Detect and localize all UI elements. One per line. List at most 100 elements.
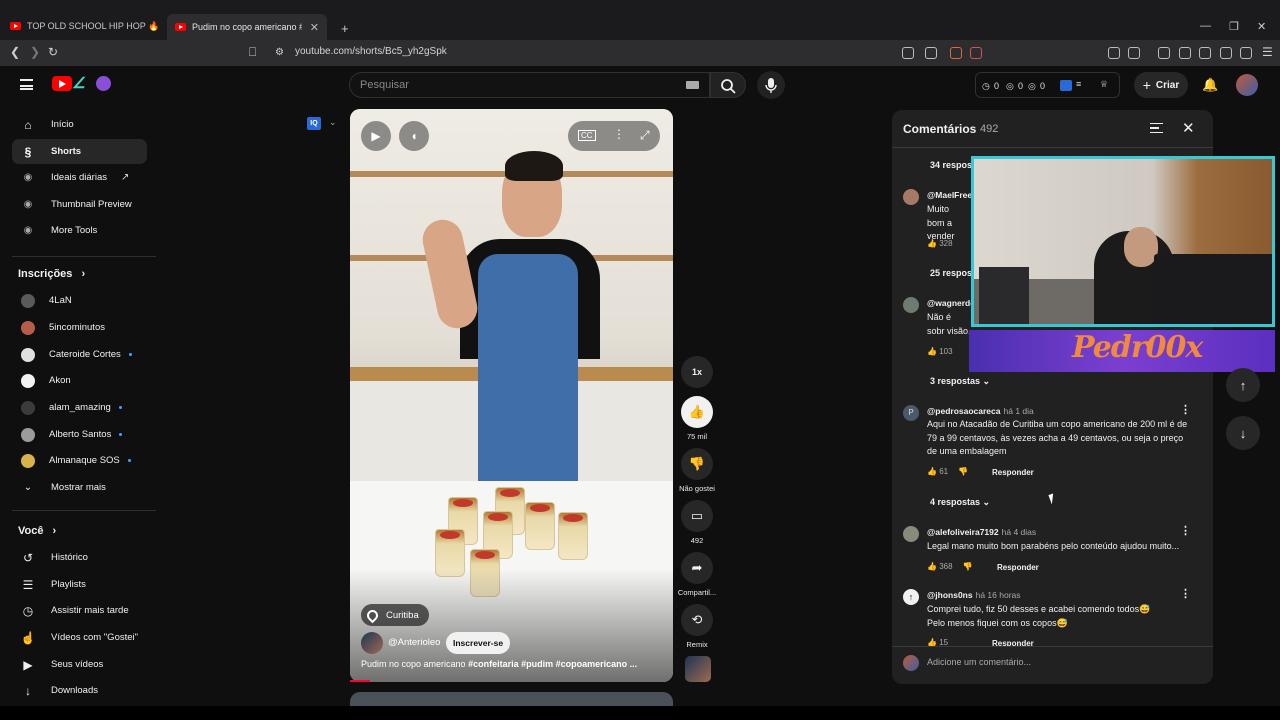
reload-icon[interactable]: ↻ xyxy=(48,45,58,59)
extensions-icon[interactable] xyxy=(1108,47,1120,59)
view-replies-button[interactable]: 3 respostas ⌄ xyxy=(930,376,990,387)
sidebar-item-playlists[interactable]: ☰ Playlists xyxy=(12,572,147,597)
video-title[interactable]: Pudim no copo americano #confeitaria #pu… xyxy=(361,659,661,669)
award-icon[interactable]: ♕ xyxy=(1100,79,1108,90)
vpn-icon[interactable] xyxy=(1240,47,1252,59)
iq-extension-icon[interactable] xyxy=(1060,80,1072,91)
dislike-button[interactable]: 👎 xyxy=(681,448,713,480)
shorts-video-player[interactable]: ▶ ◖ CC ⋮ ⤢ xyxy=(350,109,673,682)
hamburger-menu-icon[interactable] xyxy=(20,79,33,90)
comment-author[interactable]: @wagnerde xyxy=(927,298,975,308)
search-button[interactable] xyxy=(710,72,746,98)
account-avatar[interactable] xyxy=(1236,74,1258,96)
search-input[interactable]: Pesquisar xyxy=(360,79,409,91)
sidebar-icon[interactable] xyxy=(1179,47,1191,59)
commenter-avatar[interactable] xyxy=(903,526,919,542)
location-chip[interactable]: Curitiba xyxy=(361,604,429,626)
screen-icon[interactable] xyxy=(902,47,914,59)
fullscreen-icon[interactable]: ⤢ xyxy=(640,128,650,143)
subscriptions-heading[interactable]: Inscrições › xyxy=(18,268,85,280)
thumbs-down-icon[interactable]: 👎 xyxy=(958,467,968,476)
iq-extension-badge[interactable]: IQ xyxy=(307,117,321,130)
sidebar-item-historico[interactable]: ↺ Histórico xyxy=(12,545,147,570)
new-tab-button[interactable]: + xyxy=(333,18,357,38)
maximize-window-icon[interactable]: ❐ xyxy=(1229,20,1239,33)
audio-channel-thumbnail[interactable] xyxy=(685,656,711,682)
next-short-preview[interactable] xyxy=(350,692,673,706)
video-hashtags[interactable]: #confeitaria #pudim #copoamericano ... xyxy=(468,659,637,669)
sort-icon[interactable] xyxy=(1150,123,1163,133)
channel-avatar[interactable] xyxy=(361,632,383,654)
comment-like-button[interactable]: 👍 61 👎 xyxy=(927,467,968,476)
comments-button[interactable]: ▭ xyxy=(681,500,713,532)
comment-like-button[interactable]: 👍 368 👎 xyxy=(927,562,973,571)
comment-author[interactable]: @jhons0ns há 16 horas xyxy=(927,590,1021,600)
playback-speed-button[interactable]: 1x xyxy=(681,356,713,388)
remix-button[interactable]: ⟲ xyxy=(681,604,713,636)
captions-icon[interactable]: CC xyxy=(578,130,596,141)
brave-shield-icon[interactable] xyxy=(950,47,962,59)
thumbs-down-icon[interactable]: 👎 xyxy=(963,562,973,571)
subscribe-button[interactable]: Inscrever-se xyxy=(446,632,511,654)
screenshot-icon[interactable] xyxy=(1128,47,1140,59)
close-window-icon[interactable]: ✕ xyxy=(1257,20,1266,33)
commenter-avatar[interactable] xyxy=(903,189,919,205)
next-short-button[interactable]: ↓ xyxy=(1226,416,1260,450)
sidebar-item-your-videos[interactable]: ▶ Seus vídeos xyxy=(12,652,147,677)
comment-author[interactable]: @alefoliveira7192 há 4 dias xyxy=(927,527,1036,537)
commenter-avatar[interactable]: ↑ xyxy=(903,589,919,605)
more-options-icon[interactable]: ⋮ xyxy=(613,127,625,141)
channel-name[interactable]: @Anterioleo xyxy=(388,637,440,648)
tab-pudim[interactable]: Pudim no copo americano #conf ✕ xyxy=(167,14,327,40)
commenter-avatar[interactable]: P xyxy=(903,405,919,421)
comment-author[interactable]: @pedrosaocareca há 1 dia xyxy=(927,406,1034,416)
sidebar-item-ideias-diarias[interactable]: ◉ Ideais diárias ↗ xyxy=(12,165,147,190)
music-icon[interactable] xyxy=(1158,47,1170,59)
comment-more-icon[interactable]: ⋮ xyxy=(1180,403,1191,416)
comment-more-icon[interactable]: ⋮ xyxy=(1180,587,1191,600)
keyboard-icon[interactable] xyxy=(686,81,699,89)
sidebar-item-watch-later[interactable]: ◷ Assistir mais tarde xyxy=(12,598,147,623)
sidebar-item-channel[interactable]: Almanaque SOS xyxy=(12,448,147,473)
notifications-icon[interactable]: 🔔 xyxy=(1202,77,1218,93)
comment-like-button[interactable]: 👍 103 xyxy=(927,347,953,356)
play-button[interactable]: ▶ xyxy=(361,121,391,151)
bookmark-icon[interactable]: ⎕ xyxy=(249,45,256,60)
wallet-icon[interactable] xyxy=(1199,47,1211,59)
sidebar-item-channel[interactable]: alam_amazing xyxy=(12,395,147,420)
sidebar-item-channel[interactable]: 4LaN xyxy=(12,288,147,313)
sidebar-item-channel[interactable]: Alberto Santos xyxy=(12,422,147,447)
view-replies-button[interactable]: 4 respostas ⌄ xyxy=(930,497,990,508)
sidebar-item-shorts[interactable]: § Shorts xyxy=(12,139,147,164)
sidebar-item-inicio[interactable]: ⌂ Início xyxy=(12,112,147,137)
add-comment-input[interactable]: Adicione um comentário... xyxy=(927,657,1031,667)
extension-counters[interactable]: ◷ 0 ◎ 0 ◎ 0 ≡ ♕ xyxy=(975,72,1120,98)
url-text[interactable]: youtube.com/shorts/Bc5_yh2gSpk xyxy=(295,46,447,57)
voice-search-button[interactable] xyxy=(757,71,785,99)
sidebar-item-thumbnail-preview[interactable]: ◉ Thumbnail Preview xyxy=(12,192,147,217)
minimize-window-icon[interactable]: — xyxy=(1200,20,1211,32)
leo-ai-icon[interactable] xyxy=(1220,47,1232,59)
like-button[interactable]: 👍 xyxy=(681,396,713,428)
forward-icon[interactable]: ❯ xyxy=(30,45,40,59)
sidebar-item-show-more[interactable]: ⌄ Mostrar mais xyxy=(12,475,147,500)
comment-more-icon[interactable]: ⋮ xyxy=(1180,524,1191,537)
site-info-icon[interactable]: ⚙ xyxy=(275,47,284,58)
filter-icon[interactable]: ≡ xyxy=(1076,79,1081,89)
comment-like-button[interactable]: 👍 15 xyxy=(927,638,948,646)
sidebar-item-channel[interactable]: Akon xyxy=(12,368,147,393)
close-tab-icon[interactable]: ✕ xyxy=(310,21,319,34)
volume-button[interactable]: ◖ xyxy=(399,121,429,151)
comment-like-button[interactable]: 👍 328 xyxy=(927,239,953,248)
reply-button[interactable]: Responder xyxy=(992,639,1034,646)
share-button[interactable]: ➦ xyxy=(681,552,713,584)
sidebar-item-channel[interactable]: Cateroide Cortes xyxy=(12,342,147,367)
previous-short-button[interactable]: ↑ xyxy=(1226,368,1260,402)
sidebar-item-more-tools[interactable]: ◉ More Tools xyxy=(12,218,147,243)
chevron-down-icon[interactable]: ⌄ xyxy=(329,117,337,128)
close-icon[interactable]: ✕ xyxy=(1182,119,1195,137)
comment-author[interactable]: @MaelFree xyxy=(927,190,972,200)
sidebar-item-liked-videos[interactable]: ☝ Vídeos com "Gostei" xyxy=(12,625,147,650)
reply-button[interactable]: Responder xyxy=(992,468,1034,477)
video-progress-bar[interactable] xyxy=(350,680,370,682)
